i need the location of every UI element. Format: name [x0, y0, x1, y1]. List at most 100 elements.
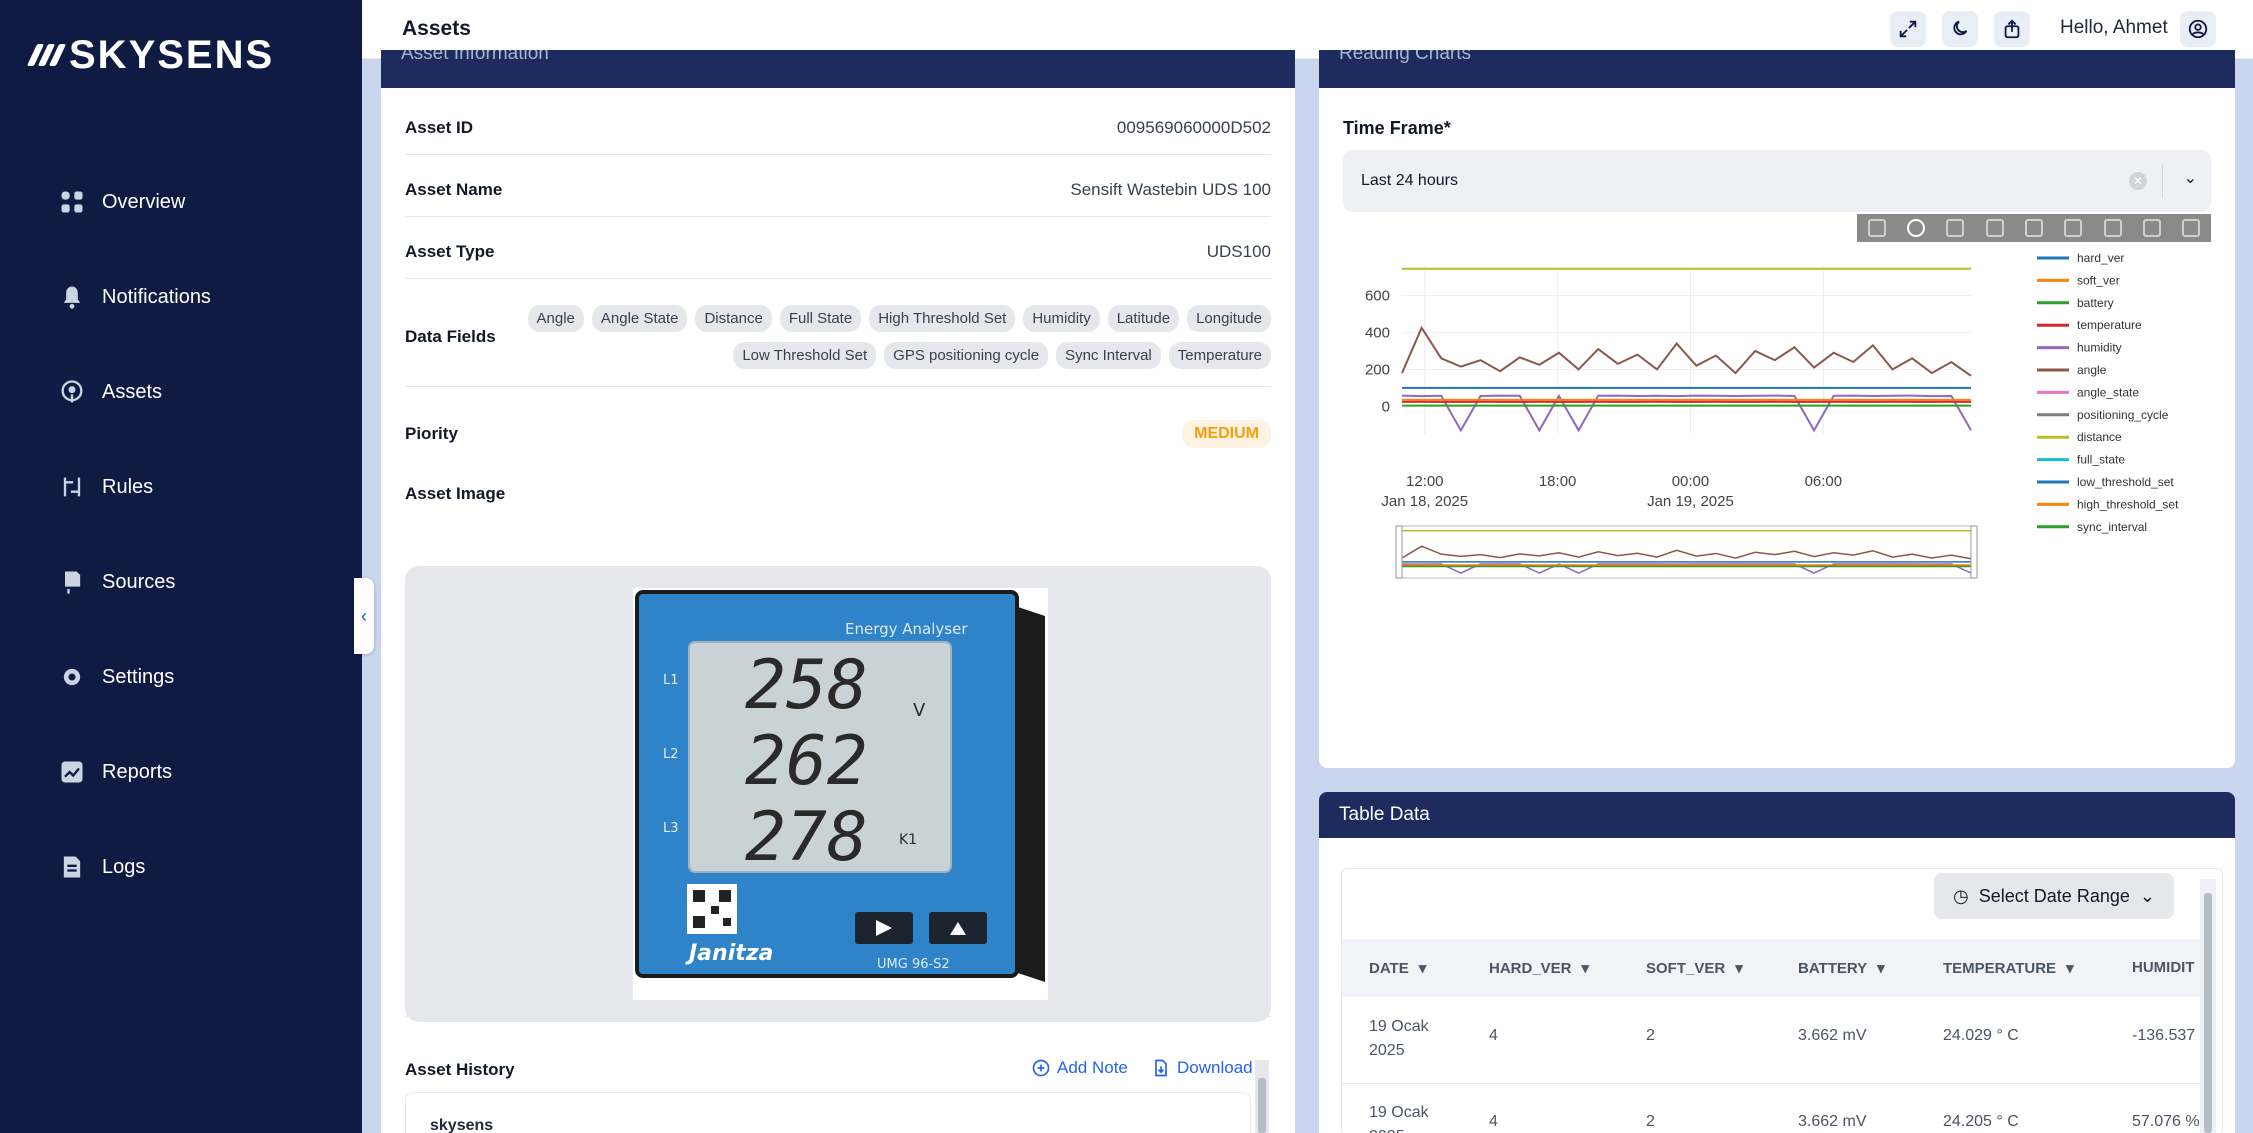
device-l1-label: L1: [663, 673, 679, 688]
spike-icon[interactable]: [2142, 219, 2161, 237]
cell-soft-ver: 2: [1646, 1027, 1655, 1044]
autoscale-icon[interactable]: [2064, 219, 2083, 237]
time-frame-select[interactable]: Last 24 hours ✕ ⌄: [1343, 150, 2211, 212]
brand-logo[interactable]: SKYSENS: [26, 30, 274, 80]
sidebar-item-label: Overview: [102, 190, 186, 213]
x-tick-label: 06:00: [1805, 473, 1843, 490]
zoom-out-icon[interactable]: [2024, 219, 2043, 237]
x-tick-sublabel: Jan 19, 2025: [1647, 493, 1734, 510]
data-fields-label: Data Fields: [405, 327, 496, 346]
series-line-angle: [1401, 325, 1972, 377]
col-hard-ver[interactable]: HARD_VER ▾: [1489, 959, 1590, 978]
add-note-button[interactable]: Add Note: [1031, 1058, 1128, 1078]
device-k1: K1: [899, 832, 917, 848]
sidebar-item-assets[interactable]: Assets: [58, 372, 162, 412]
range-handle-right: [1970, 525, 1978, 579]
history-scrollbar[interactable]: [1255, 1060, 1269, 1133]
home-icon[interactable]: [2103, 219, 2122, 237]
reading-charts-panel: Reading Charts Time Frame* Last 24 hours…: [1319, 50, 2235, 768]
sort-icon: ▾: [1877, 960, 1885, 977]
theme-toggle-button[interactable]: [1942, 11, 1978, 47]
time-frame-value: Last 24 hours: [1361, 172, 1458, 189]
document-icon: [63, 856, 81, 878]
sidebar-item-sources[interactable]: Sources: [58, 562, 175, 602]
legend-label: angle: [2077, 363, 2107, 377]
zoom-icon[interactable]: [1906, 219, 1925, 237]
column-label: HUMIDIT: [2132, 959, 2195, 976]
asset-icon: [61, 380, 83, 403]
column-label: BATTERY: [1798, 959, 1868, 977]
table-row[interactable]: 19 Ocak 2025 4 2 3.662 mV 24.029 ° C -13…: [1342, 997, 2200, 1084]
sidebar-item-label: Assets: [102, 380, 163, 403]
time-frame-label: Time Frame*: [1343, 118, 1451, 138]
table-row[interactable]: 19 Ocak 2025 4 2 3.662 mV 24.205 ° C 57.…: [1342, 1083, 2200, 1133]
share-button[interactable]: [1994, 11, 2030, 47]
share-icon: [2004, 19, 2020, 39]
legend-label: positioning_cycle: [2077, 408, 2169, 422]
y-tick-label: 0: [1382, 398, 1390, 415]
download-button[interactable]: Download: [1151, 1058, 1253, 1078]
chevron-down-icon[interactable]: ⌄: [2184, 168, 2197, 188]
fullscreen-button[interactable]: [1890, 11, 1926, 47]
sidebar-item-logs[interactable]: Logs: [58, 847, 145, 887]
legend-label: full_state: [2077, 453, 2125, 467]
sidebar-item-notifications[interactable]: Notifications: [58, 277, 211, 317]
sidebar-item-rules[interactable]: Rules: [58, 467, 153, 507]
cell-battery: 3.662 mV: [1798, 1113, 1867, 1130]
table-scrollbar[interactable]: [2200, 879, 2216, 1133]
sort-icon: ▾: [2066, 960, 2074, 977]
legend-label: temperature: [2077, 318, 2142, 332]
history-entry: skysens: [405, 1092, 1251, 1133]
y-tick-label: 600: [1365, 288, 1390, 305]
sort-icon: ▾: [1418, 960, 1427, 977]
user-greeting: Hello, Ahmet: [2060, 17, 2168, 38]
col-soft-ver[interactable]: SOFT_VER ▾: [1646, 959, 1743, 978]
sidebar: SKYSENS Overview Notifications Assets Ru…: [0, 0, 362, 1133]
user-menu-button[interactable]: [2180, 11, 2216, 47]
sidebar-item-label: Reports: [102, 760, 173, 783]
page-title: Assets: [402, 17, 471, 40]
sidebar-item-label: Settings: [102, 665, 175, 688]
rules-icon: [63, 477, 81, 497]
legend-label: soft_ver: [2077, 273, 2120, 287]
date-range-label: Select Date Range: [1978, 885, 2130, 906]
col-battery[interactable]: BATTERY ▾: [1798, 959, 1885, 978]
sidebar-item-reports[interactable]: Reports: [58, 752, 172, 792]
clear-icon[interactable]: ✕: [2129, 172, 2147, 190]
moon-icon: [1953, 20, 1968, 36]
asset-name-label: Asset Name: [405, 180, 503, 199]
col-humidity[interactable]: HUMIDIT: [2132, 959, 2195, 976]
cell-humidity: -136.537: [2132, 1027, 2196, 1044]
sort-icon: ▾: [1581, 960, 1590, 977]
user-circle-icon: [2188, 19, 2208, 39]
zoom-in-icon[interactable]: [1985, 219, 2004, 237]
cell-hard-ver: 4: [1489, 1113, 1498, 1130]
table-data-panel: Table Data ◷ Select Date Range ⌄ DATE ▾ H…: [1319, 792, 2235, 1133]
asset-image-title: Asset Image: [405, 484, 506, 503]
data-field-chip: Low Threshold Set: [733, 342, 877, 369]
panel-title: Asset Information: [401, 50, 549, 64]
legend-label: humidity: [2077, 341, 2122, 355]
col-temperature[interactable]: TEMPERATURE ▾: [1943, 959, 2074, 978]
legend-label: battery: [2077, 296, 2114, 310]
cell-date: 19 Ocak 2025: [1369, 1018, 1429, 1059]
add-note-label: Add Note: [1057, 1058, 1128, 1077]
sidebar-collapse-button[interactable]: ‹: [354, 578, 374, 654]
data-field-chip: Angle: [527, 305, 584, 332]
pan-icon[interactable]: [1946, 219, 1965, 237]
date-range-button[interactable]: ◷ Select Date Range ⌄: [1934, 873, 2174, 919]
compare-icon[interactable]: [2182, 219, 2201, 237]
sidebar-item-settings[interactable]: Settings: [58, 657, 174, 697]
cell-hard-ver: 4: [1489, 1027, 1498, 1044]
x-tick-sublabel: Jan 18, 2025: [1381, 493, 1468, 510]
sidebar-item-overview[interactable]: Overview: [58, 182, 185, 222]
sources-icon: [65, 571, 81, 594]
range-handle-left: [1395, 525, 1403, 579]
sidebar-item-label: Notifications: [102, 285, 211, 308]
reading-chart[interactable]: 0 200 400 600 12:00 Jan 18, 2025 18:00 00:00 Jan…: [1319, 244, 2235, 768]
data-field-chip: Distance: [695, 305, 772, 332]
grid-icon: [61, 191, 83, 213]
camera-icon[interactable]: [1867, 219, 1886, 237]
col-date[interactable]: DATE ▾: [1369, 959, 1427, 978]
asset-type-row: Asset Type UDS100: [405, 226, 1271, 279]
